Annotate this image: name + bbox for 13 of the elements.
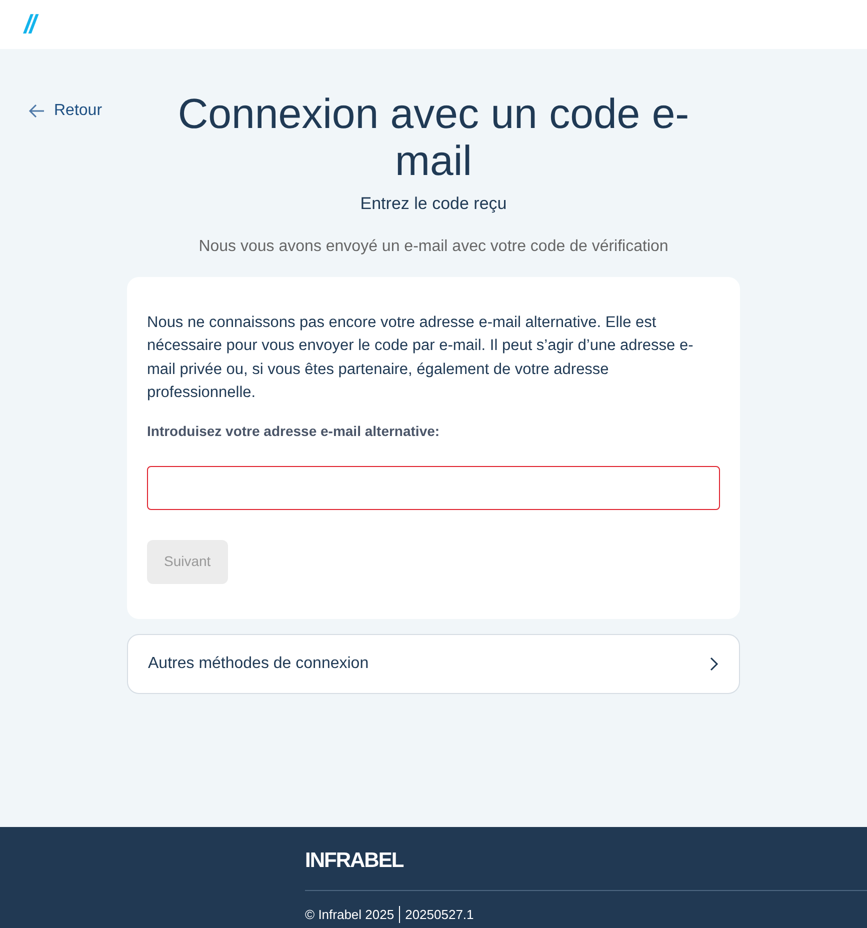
field-label: Introduisez votre adresse e-mail alternative: [147,422,441,440]
copyright-text: © Infrabel 2025 [305,906,394,924]
other-methods-button[interactable]: Autres méthodes de connexion [127,634,740,694]
subtitle: Entrez le code reçu [360,193,507,215]
page-title: Connexion avec un code e-mail [176,90,690,184]
info-text: Nous vous avons envoyé un e-mail avec votre code de vérification [198,236,668,256]
arrow-left-icon [28,102,46,120]
email-field[interactable] [147,466,720,510]
chevron-right-icon [709,656,719,672]
footer-logo: INFRABEL [305,849,404,873]
back-link[interactable]: Retour [28,99,102,123]
message-text: Nous ne connaissons pas encore votre adresse e-mail alternative. Elle est nécessaire pour vous envoyer le code par e-mail. Il peut s’agir d’une adresse e-mail privée ou, si vous êtes partenaire, également de votre adresse professionnelle. [147,312,694,403]
version-text: 20250527.1 [405,906,474,924]
